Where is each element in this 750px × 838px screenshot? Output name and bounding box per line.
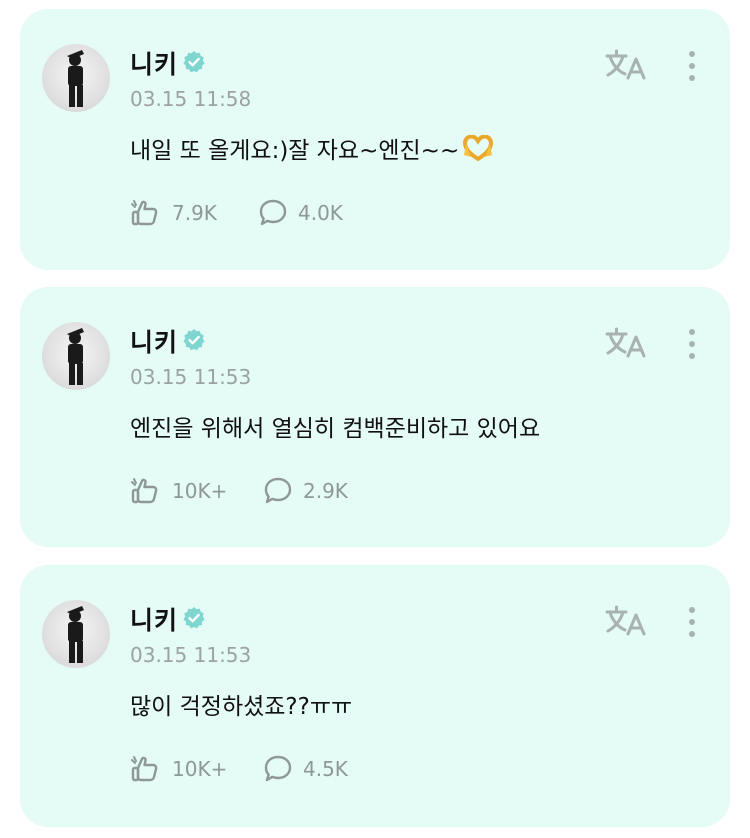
comment-bubble-icon <box>259 199 287 226</box>
post-text: 내일 또 올게요:)잘 자요~엔진~~ <box>130 131 494 165</box>
comment-bubble-icon <box>264 477 292 504</box>
comment-count: 4.0K <box>298 201 343 225</box>
more-vertical-icon[interactable] <box>680 49 704 83</box>
post-text: 엔진을 위해서 열심히 컴백준비하고 있어요 <box>130 409 540 443</box>
like-button[interactable]: 10K+ <box>130 475 227 507</box>
translate-icon[interactable] <box>604 603 650 639</box>
post-time: 03.15 11:53 <box>130 365 252 389</box>
avatar[interactable] <box>42 44 110 112</box>
post-card[interactable]: 니키 03.15 11:53 많이 걱정하셨죠??ㅠㅠ 10K+ 4.5K <box>20 565 730 827</box>
comment-count: 2.9K <box>303 479 348 503</box>
like-count: 10K+ <box>172 757 228 781</box>
post-card[interactable]: 니키 03.15 11:53 엔진을 위해서 열심히 컴백준비하고 있어요 10… <box>20 287 730 547</box>
author-name[interactable]: 니키 <box>130 45 178 81</box>
post-time: 03.15 11:58 <box>130 87 252 111</box>
verified-badge-icon <box>183 51 205 73</box>
like-hand-icon <box>131 478 158 504</box>
like-count: 10K+ <box>172 479 228 503</box>
verified-badge-icon <box>183 607 205 629</box>
comment-button[interactable]: 4.5K <box>263 753 348 785</box>
verified-badge-icon <box>183 329 205 351</box>
like-hand-icon <box>131 756 158 782</box>
post-text-content: 엔진을 위해서 열심히 컴백준비하고 있어요 <box>130 416 541 442</box>
comment-count: 4.5K <box>303 757 348 781</box>
post-text: 많이 걱정하셨죠??ㅠㅠ <box>130 687 352 721</box>
like-button[interactable]: 7.9K <box>130 197 217 229</box>
post-text-content: 내일 또 올게요:)잘 자요~엔진~~ <box>130 138 460 164</box>
comment-bubble-icon <box>264 755 292 782</box>
more-vertical-icon[interactable] <box>680 605 704 639</box>
post-card[interactable]: 니키 03.15 11:58 내일 또 올게요:)잘 자요~엔진~~ 7.9K … <box>20 9 730 270</box>
post-time: 03.15 11:53 <box>130 643 252 667</box>
like-hand-icon <box>131 200 158 226</box>
author-name[interactable]: 니키 <box>130 323 178 359</box>
heart-hands-icon <box>463 135 494 161</box>
more-vertical-icon[interactable] <box>680 327 704 361</box>
like-button[interactable]: 10K+ <box>130 753 227 785</box>
comment-button[interactable]: 2.9K <box>263 475 348 507</box>
author-name[interactable]: 니키 <box>130 601 178 637</box>
like-count: 7.9K <box>172 201 217 225</box>
translate-icon[interactable] <box>604 325 650 361</box>
translate-icon[interactable] <box>604 47 650 83</box>
post-text-content: 많이 걱정하셨죠??ㅠㅠ <box>130 694 353 720</box>
avatar[interactable] <box>42 600 110 668</box>
comment-button[interactable]: 4.0K <box>258 197 343 229</box>
avatar[interactable] <box>42 322 110 390</box>
